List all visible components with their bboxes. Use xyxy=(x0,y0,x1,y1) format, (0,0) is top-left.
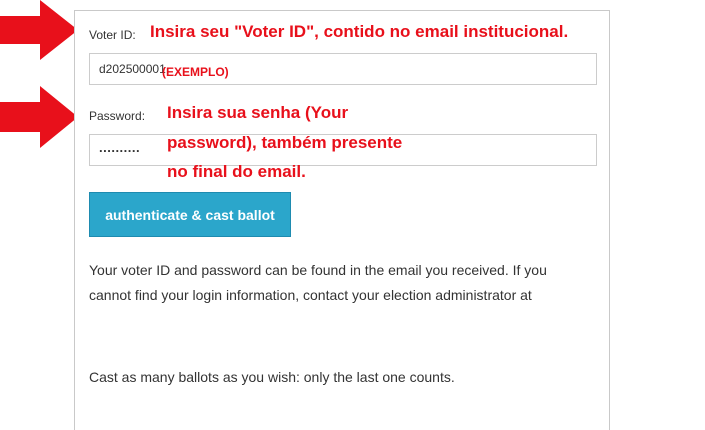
password-label: Password: xyxy=(89,109,146,123)
voter-id-annotation: Insira seu "Voter ID", contido no email … xyxy=(150,22,569,41)
password-value: .......... xyxy=(99,139,141,155)
arrow-right-icon xyxy=(0,0,78,60)
authenticate-cast-ballot-button[interactable]: authenticate & cast ballot xyxy=(89,192,291,237)
arrow-right-icon xyxy=(0,86,78,148)
voter-id-value: d202500001 xyxy=(99,62,166,76)
password-annotation-line2: password), também presente xyxy=(167,133,403,152)
password-annotation-line3: no final do email. xyxy=(167,162,306,181)
tip-text: Cast as many ballots as you wish: only t… xyxy=(89,369,455,385)
example-annotation: (EXEMPLO) xyxy=(162,65,229,79)
voter-id-label: Voter ID: xyxy=(89,28,136,42)
password-annotation-line1: Insira sua senha (Your xyxy=(167,103,349,122)
help-text: Your voter ID and password can be found … xyxy=(89,262,547,303)
